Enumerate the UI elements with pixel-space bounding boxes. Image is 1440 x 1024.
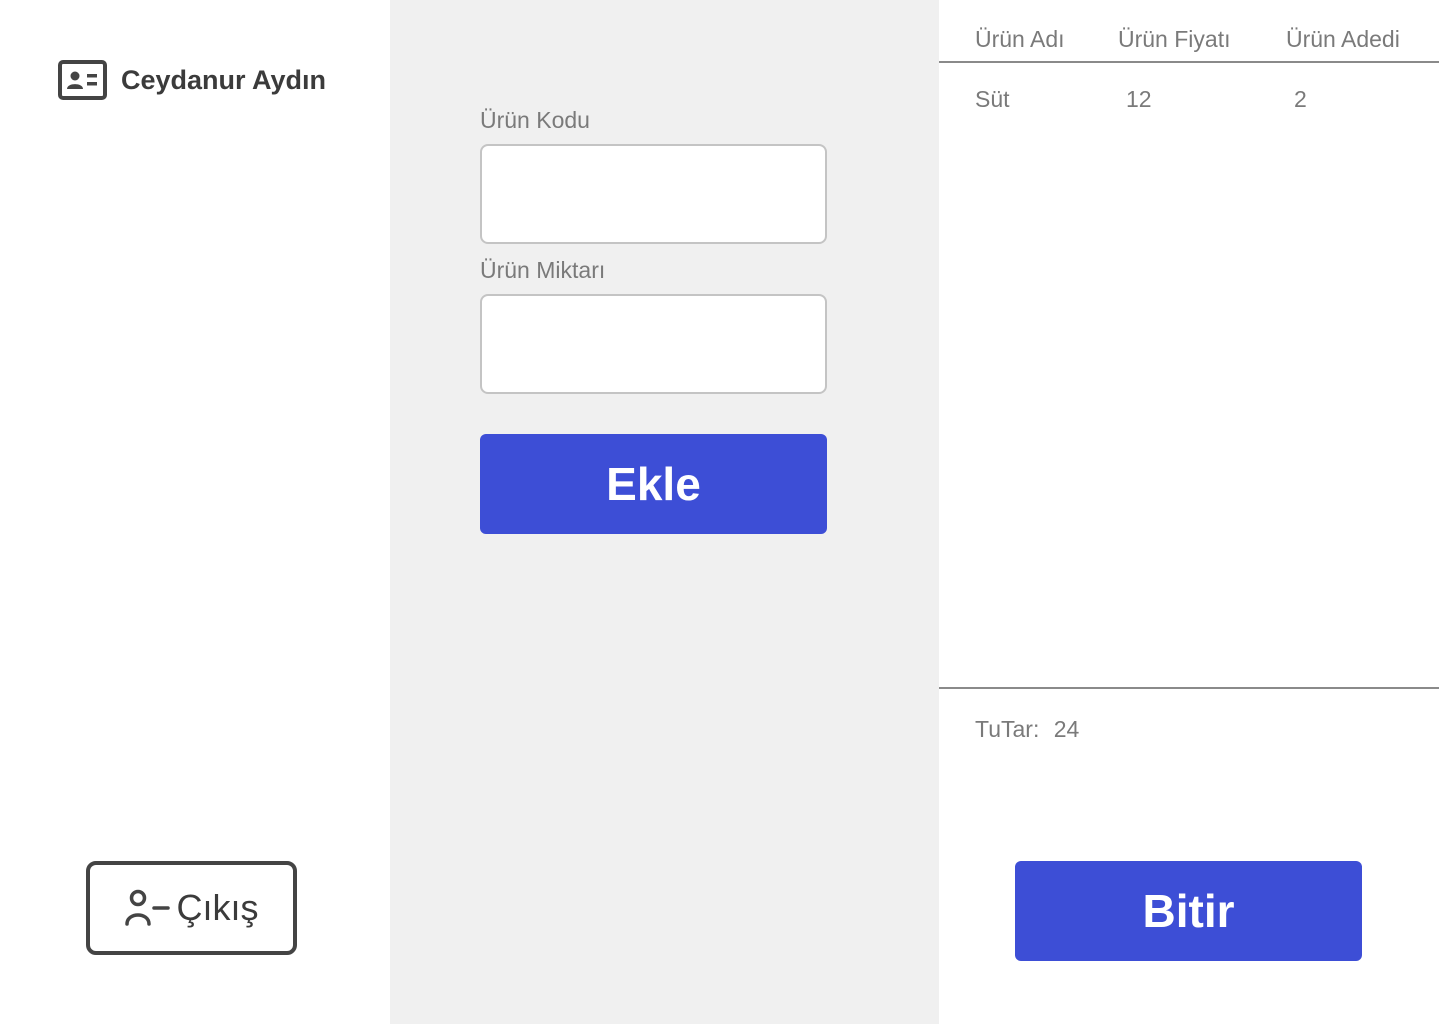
column-header-quantity: Ürün Adedi xyxy=(1286,26,1400,52)
cell-product-quantity: 2 xyxy=(1294,86,1307,112)
logout-label: Çıkış xyxy=(176,887,259,928)
header-divider xyxy=(939,61,1439,63)
cell-product-price: 12 xyxy=(1126,86,1152,112)
product-form: Ürün Kodu Ürün Miktarı Ekle xyxy=(390,0,939,1024)
sidebar: Ceydanur Aydın Çıkış xyxy=(0,0,390,1024)
column-header-price: Ürün Fiyatı xyxy=(1118,26,1231,52)
footer-divider xyxy=(939,687,1439,689)
total-label: TuTar: xyxy=(975,716,1040,742)
total-value: 24 xyxy=(1053,716,1080,742)
id-card-icon xyxy=(58,60,107,100)
product-code-label: Ürün Kodu xyxy=(480,107,590,133)
pos-app: Ceydanur Aydın Çıkış Ürün Kodu Ürün Mikt… xyxy=(0,0,1440,1024)
user-minus-icon xyxy=(124,888,171,928)
total-amount: TuTar: 24 xyxy=(975,716,1079,743)
cell-product-name: Süt xyxy=(975,86,1010,112)
logout-button[interactable]: Çıkış xyxy=(86,861,297,955)
add-button[interactable]: Ekle xyxy=(480,434,827,534)
finish-button[interactable]: Bitir xyxy=(1015,861,1362,961)
column-header-name: Ürün Adı xyxy=(975,26,1065,52)
user-name: Ceydanur Aydın xyxy=(121,64,327,95)
product-quantity-label: Ürün Miktarı xyxy=(480,257,606,283)
product-quantity-input[interactable] xyxy=(480,294,827,394)
product-code-input[interactable] xyxy=(480,144,827,244)
user-info: Ceydanur Aydın xyxy=(58,60,326,100)
cart-panel: Ürün Adı Ürün Fiyatı Ürün Adedi Süt 12 2… xyxy=(939,0,1440,1024)
